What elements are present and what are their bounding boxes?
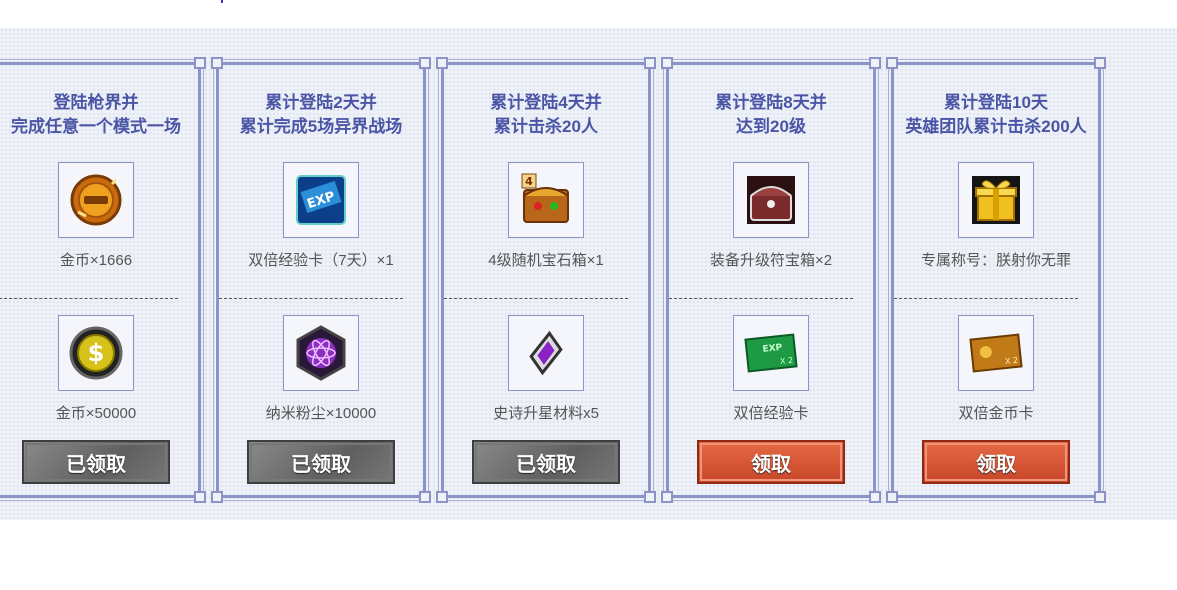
claimed-button[interactable]: 已领取 bbox=[247, 440, 395, 484]
svg-text:4: 4 bbox=[525, 175, 533, 188]
reward-panel: 登陆枪界并 完成任意一个模式一场 金币×1666 $ 金币×50000 已领取 累… bbox=[0, 28, 1177, 520]
svg-text:$: $ bbox=[88, 339, 105, 367]
gift-box-icon bbox=[958, 162, 1034, 238]
gem-chest-icon: 4 bbox=[508, 162, 584, 238]
reward-card-3: 累计登陆4天并 累计击杀20人 4 4级随机宝石箱×1 史诗升星材料x5 已领取 bbox=[436, 57, 656, 503]
reward-card-1: 登陆枪界并 完成任意一个模式一场 金币×1666 $ 金币×50000 已领取 bbox=[0, 57, 206, 503]
reward-1-label: 专属称号：朕射你无罪 bbox=[920, 252, 1071, 269]
reward-1-label: 金币×1666 bbox=[59, 252, 133, 269]
reward-1-label: 装备升级符宝箱×2 bbox=[709, 252, 833, 269]
card-title: 累计登陆4天并 累计击杀20人 bbox=[490, 93, 602, 136]
dollar-chip-icon: $ bbox=[58, 315, 134, 391]
claim-button[interactable]: 领取 bbox=[697, 440, 845, 484]
divider bbox=[219, 298, 403, 299]
reward-card-2: 累计登陆2天并 累计完成5场异界战场 EXP 双倍经验卡（7天）×1 纳米粉尘×1… bbox=[211, 57, 431, 503]
reward-2-label: 金币×50000 bbox=[55, 405, 137, 422]
gold-card-icon: X 2 bbox=[958, 315, 1034, 391]
svg-text:EXP: EXP bbox=[762, 343, 783, 355]
reward-2-label: 双倍经验卡 bbox=[733, 405, 809, 422]
reward-1-label: 双倍经验卡（7天）×1 bbox=[248, 252, 394, 269]
claim-button[interactable]: 领取 bbox=[922, 440, 1070, 484]
divider bbox=[669, 298, 853, 299]
divider bbox=[894, 298, 1078, 299]
reward-card-5: 累计登陆10天 英雄团队累计击杀200人 专属称号：朕射你无罪 X 2 双倍金币卡… bbox=[886, 57, 1106, 503]
reward-1-label: 4级随机宝石箱×1 bbox=[488, 252, 604, 269]
green-exp-card-icon: EXP X 2 bbox=[733, 315, 809, 391]
reward-2-label: 纳米粉尘×10000 bbox=[265, 405, 377, 422]
purple-crystal-icon bbox=[508, 315, 584, 391]
svg-text:X 2: X 2 bbox=[1004, 356, 1018, 366]
reward-2-label: 史诗升星材料x5 bbox=[493, 405, 599, 422]
treasure-chest-icon bbox=[733, 162, 809, 238]
claimed-button[interactable]: 已领取 bbox=[22, 440, 170, 484]
decorative-dot bbox=[221, 0, 223, 3]
card-title: 登陆枪界并 完成任意一个模式一场 bbox=[11, 93, 181, 136]
gold-coin-icon bbox=[58, 162, 134, 238]
card-title: 累计登陆8天并 达到20级 bbox=[715, 93, 827, 136]
divider bbox=[444, 298, 628, 299]
card-title: 累计登陆2天并 累计完成5场异界战场 bbox=[239, 93, 403, 136]
svg-text:X 2: X 2 bbox=[779, 356, 793, 366]
reward-card-4: 累计登陆8天并 达到20级 装备升级符宝箱×2 EXP X 2 双倍经验卡 领取 bbox=[661, 57, 881, 503]
card-title: 累计登陆10天 英雄团队累计击杀200人 bbox=[905, 93, 1087, 136]
divider bbox=[0, 298, 178, 299]
reward-2-label: 双倍金币卡 bbox=[958, 405, 1034, 422]
exp-card-icon: EXP bbox=[283, 162, 359, 238]
nano-dust-icon bbox=[283, 315, 359, 391]
claimed-button[interactable]: 已领取 bbox=[472, 440, 620, 484]
